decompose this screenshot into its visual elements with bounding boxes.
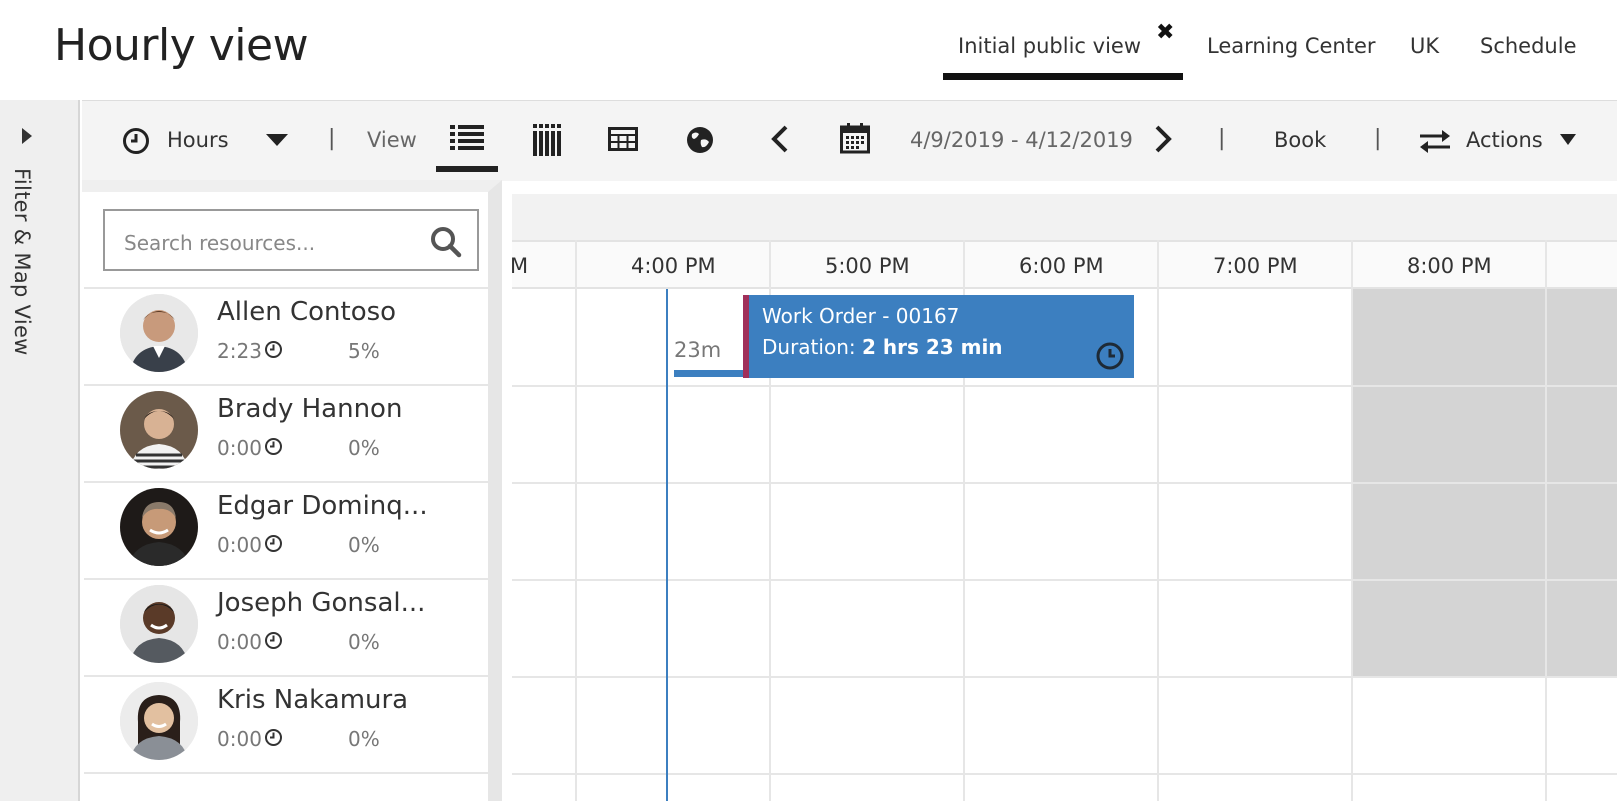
- hour-label: 5:00 PM: [825, 254, 910, 278]
- resource-name[interactable]: Kris Nakamura: [217, 685, 408, 715]
- page-title: Hourly view: [54, 20, 309, 71]
- search-placeholder: Search resources...: [124, 231, 316, 255]
- hour-label: 6:00 PM: [1019, 254, 1104, 278]
- booking-title: Work Order - 00167: [762, 304, 960, 328]
- clock-icon: [265, 341, 282, 358]
- hour-label: M: [510, 254, 529, 278]
- hour-label: 8:00 PM: [1407, 254, 1492, 278]
- search-icon[interactable]: [430, 226, 462, 258]
- globe-map-icon[interactable]: [686, 126, 714, 154]
- tab-uk[interactable]: UK: [1410, 34, 1439, 58]
- work-order-booking[interactable]: Work Order - 00167 Duration: 2 hrs 23 mi…: [743, 295, 1134, 378]
- row-gridline: [512, 579, 1617, 581]
- chevron-down-icon[interactable]: [266, 134, 288, 147]
- row-gridline: [512, 676, 1617, 678]
- calendar-icon[interactable]: [840, 122, 870, 154]
- resource-hours: 0:00: [217, 727, 262, 751]
- resource-utilization: 0%: [348, 436, 380, 460]
- hour-gridline: [1351, 240, 1353, 801]
- hour-label: 4:00 PM: [631, 254, 716, 278]
- hour-label: 7:00 PM: [1213, 254, 1298, 278]
- hour-gridline: [1157, 240, 1159, 801]
- table-view-icon[interactable]: [608, 127, 638, 151]
- swap-arrows-icon[interactable]: [1418, 128, 1452, 154]
- resource-name[interactable]: Brady Hannon: [217, 394, 402, 424]
- active-view-indicator: [436, 166, 498, 172]
- next-arrow-icon[interactable]: [1154, 124, 1174, 154]
- tab-initial-public-view[interactable]: Initial public view: [958, 34, 1141, 58]
- avatar: [120, 585, 198, 663]
- booking-duration: Duration: 2 hrs 23 min: [762, 335, 1003, 359]
- resource-name[interactable]: Allen Contoso: [217, 297, 396, 327]
- tab-learning-center[interactable]: Learning Center: [1207, 34, 1376, 58]
- travel-time-label: 23m: [674, 338, 722, 362]
- current-time-line: [666, 289, 668, 801]
- schedule-header-strip: [512, 194, 1617, 240]
- hour-gridline: [1545, 240, 1547, 801]
- duration-value: 2 hrs 23 min: [861, 335, 1003, 359]
- clock-icon[interactable]: [122, 127, 150, 155]
- row-gridline: [512, 773, 1617, 775]
- clock-icon: [265, 632, 282, 649]
- resource-name[interactable]: Edgar Dominq...: [217, 491, 428, 521]
- resource-hours: 2:23: [217, 339, 262, 363]
- previous-arrow-icon[interactable]: [769, 124, 789, 154]
- resource-name[interactable]: Joseph Gonsal...: [217, 588, 425, 618]
- resource-utilization: 0%: [348, 533, 380, 557]
- resource-utilization: 5%: [348, 339, 380, 363]
- resource-utilization: 0%: [348, 727, 380, 751]
- vertical-view-icon[interactable]: [533, 124, 561, 156]
- separator: |: [1218, 126, 1226, 151]
- actions-chevron-down-icon[interactable]: [1560, 134, 1576, 146]
- resource-hours: 0:00: [217, 630, 262, 654]
- avatar: [120, 682, 198, 760]
- resource-hours: 0:00: [217, 436, 262, 460]
- avatar: [120, 488, 198, 566]
- separator: |: [328, 126, 336, 151]
- date-range[interactable]: 4/9/2019 - 4/12/2019: [910, 128, 1133, 152]
- booking-status-clock-icon: [1096, 342, 1124, 370]
- avatar: [120, 391, 198, 469]
- travel-time-bar: [674, 370, 746, 377]
- close-tab-icon[interactable]: ✖: [1156, 20, 1174, 45]
- actions-menu[interactable]: Actions: [1466, 128, 1543, 152]
- expand-arrow-icon[interactable]: [22, 128, 32, 144]
- resource-utilization: 0%: [348, 630, 380, 654]
- row-gridline: [512, 385, 1617, 387]
- clock-icon: [265, 535, 282, 552]
- list-view-icon[interactable]: [450, 124, 484, 150]
- view-label: View: [367, 128, 417, 152]
- row-divider: [84, 772, 498, 774]
- avatar: [120, 294, 198, 372]
- separator: |: [1374, 126, 1382, 151]
- book-button[interactable]: Book: [1274, 128, 1326, 152]
- active-tab-indicator: [943, 73, 1183, 80]
- filter-map-view-label[interactable]: Filter & Map View: [10, 168, 34, 356]
- hour-gridline: [575, 240, 577, 801]
- clock-icon: [265, 438, 282, 455]
- resource-hours: 0:00: [217, 533, 262, 557]
- timescale-label[interactable]: Hours: [167, 128, 229, 152]
- clock-icon: [265, 729, 282, 746]
- duration-prefix: Duration:: [762, 335, 862, 359]
- tab-schedule[interactable]: Schedule: [1480, 34, 1577, 58]
- row-gridline: [512, 482, 1617, 484]
